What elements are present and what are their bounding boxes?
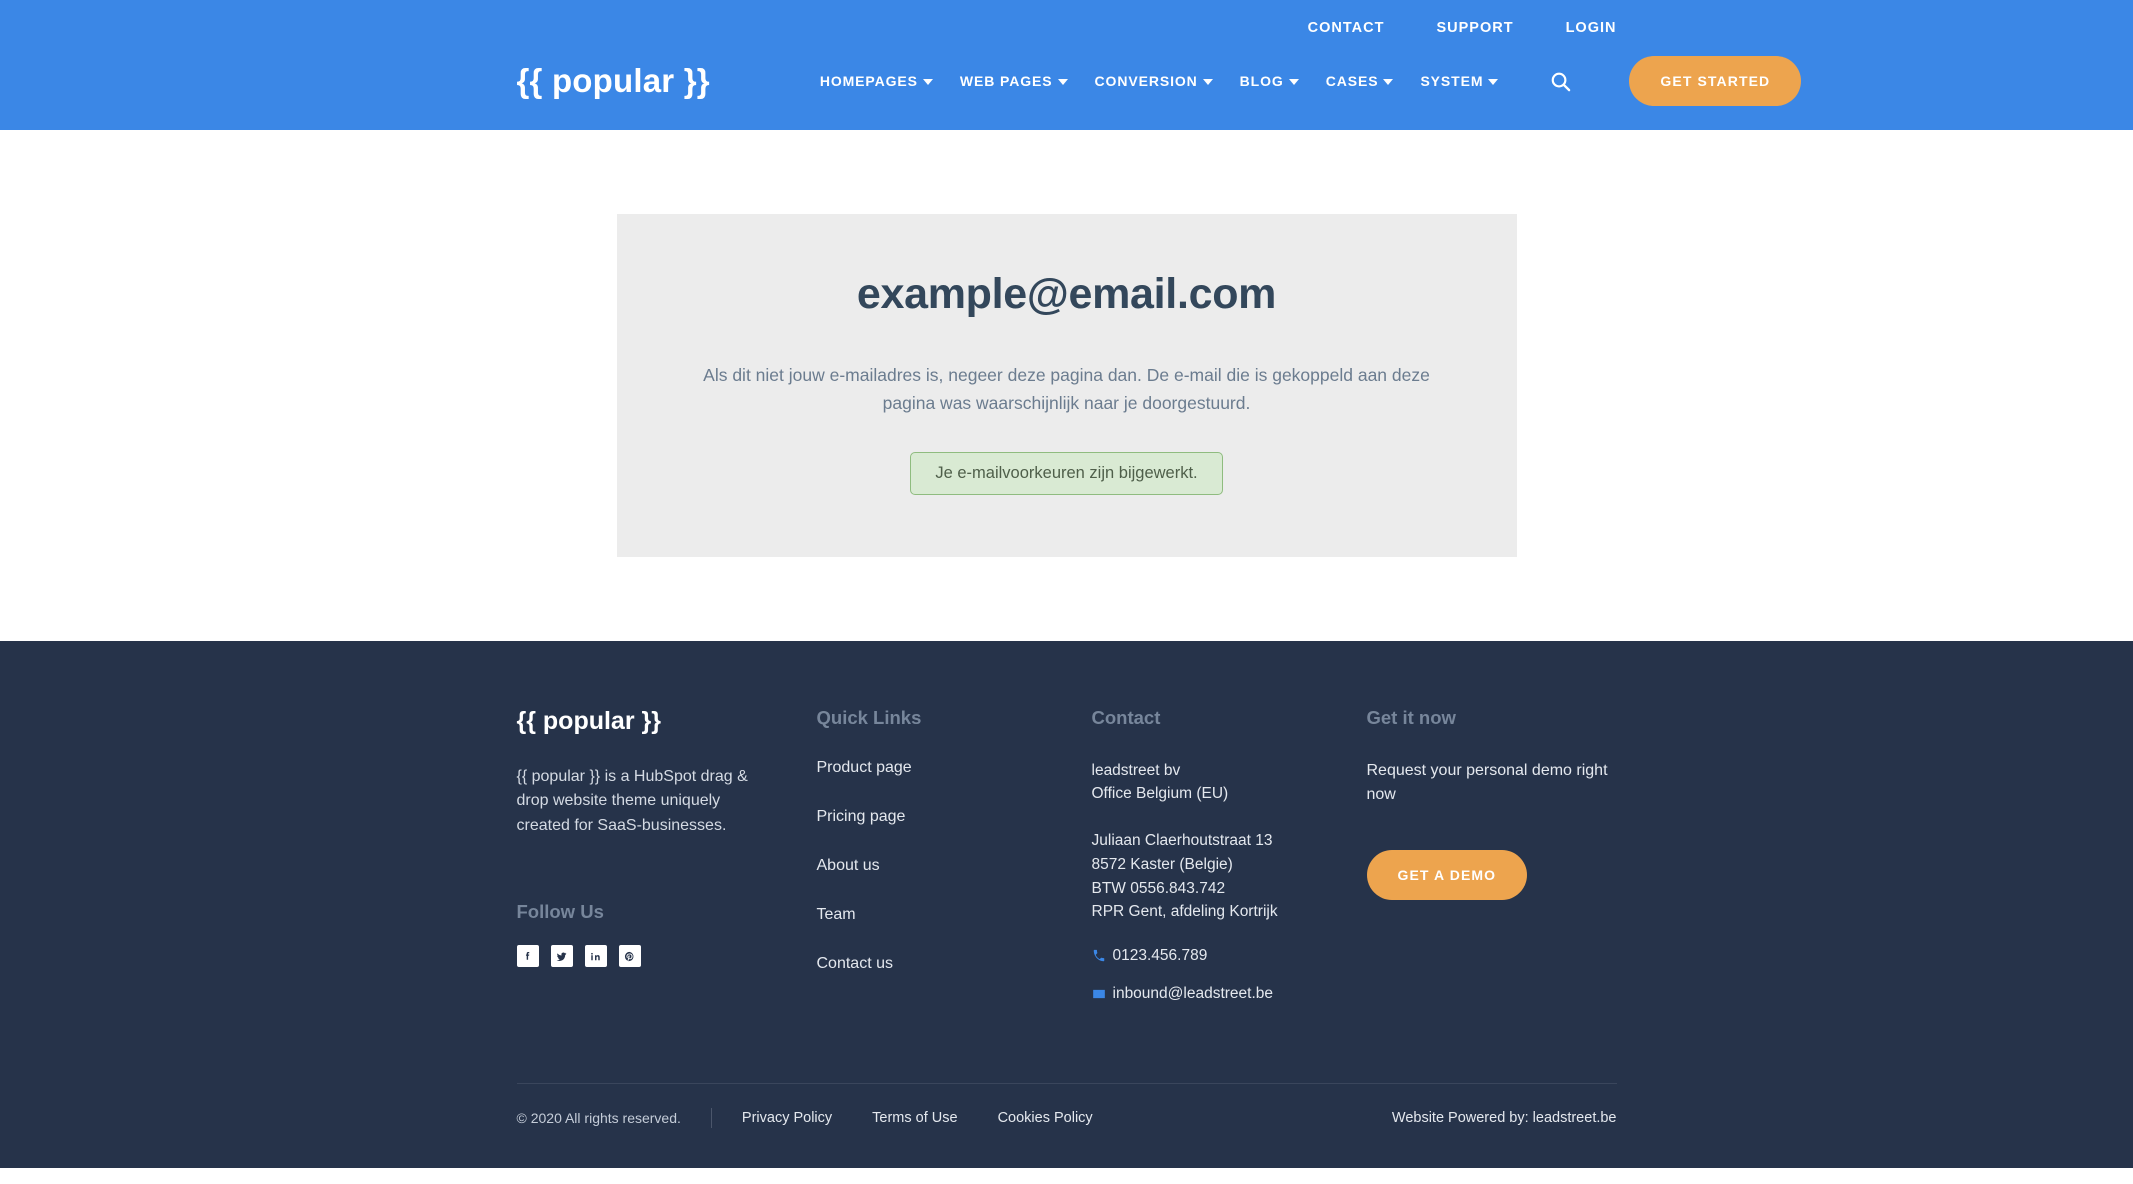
twitter-link[interactable] (550, 945, 573, 968)
footer-column-demo: Get it now Request your personal demo ri… (1366, 706, 1617, 1023)
footer-column-contact: Contact leadstreet bv Office Belgium (EU… (1092, 707, 1367, 1023)
legal-links: Privacy Policy Terms of Use Cookies Poli… (742, 1110, 1093, 1126)
facebook-link[interactable] (516, 945, 539, 968)
footer-link-team[interactable]: Team (817, 906, 1092, 924)
email-preferences-card: example@email.com Als dit niet jouw e-ma… (616, 214, 1517, 557)
linkedin-link[interactable] (584, 945, 607, 968)
nav-item-homepages[interactable]: HOMEPAGES (820, 73, 933, 89)
legal-link-privacy-policy[interactable]: Privacy Policy (742, 1110, 832, 1126)
twitter-icon (556, 952, 567, 961)
phone-icon (1093, 949, 1104, 962)
get-it-now-heading: Get it now (1366, 706, 1456, 728)
chevron-down-icon (1488, 79, 1499, 85)
main-content: example@email.com Als dit niet jouw e-ma… (0, 130, 2133, 641)
quick-links-heading: Quick Links (816, 706, 922, 728)
email-link[interactable]: inbound@leadstreet.be (1092, 985, 1367, 1003)
envelope-icon (1092, 989, 1105, 998)
footer-inner: {{ popular }} {{ popular }} is a HubSpot… (516, 706, 1617, 1083)
utility-nav: CONTACT SUPPORT LOGIN (1308, 20, 1617, 36)
address-line-2: 8572 Kaster (Belgie) (1091, 855, 1233, 873)
contact-company-name: leadstreet bv (1091, 761, 1181, 779)
legal-link-terms-of-use[interactable]: Terms of Use (872, 1110, 957, 1126)
address-line-3: BTW 0556.843.742 (1091, 879, 1226, 897)
phone-number: 0123.456.789 (1112, 946, 1208, 964)
footer-column-brand: {{ popular }} {{ popular }} is a HubSpot… (516, 706, 817, 1023)
utility-link-login[interactable]: LOGIN (1566, 20, 1617, 36)
facebook-icon (525, 951, 530, 960)
get-a-demo-button[interactable]: GET A DEMO (1366, 850, 1528, 901)
chevron-down-icon (1057, 79, 1068, 85)
main-nav: HOMEPAGES WEB PAGES CONVERSION BLOG CASE… (820, 56, 1802, 106)
nav-item-label: WEB PAGES (959, 73, 1053, 89)
contact-heading: Contact (1091, 706, 1161, 728)
nav-item-label: CONVERSION (1094, 73, 1198, 89)
contact-company: leadstreet bv Office Belgium (EU) (1092, 759, 1367, 806)
search-icon (1552, 72, 1571, 91)
footer-logo: {{ popular }} (516, 706, 661, 735)
divider (710, 1107, 712, 1128)
nav-item-blog[interactable]: BLOG (1240, 73, 1299, 89)
nav-item-label: SYSTEM (1420, 73, 1484, 89)
address-line-1: Juliaan Claerhoutstraat 13 (1091, 832, 1273, 850)
footer-column-quick-links: Quick Links Product page Pricing page Ab… (817, 707, 1092, 1023)
nav-item-conversion[interactable]: CONVERSION (1095, 73, 1213, 89)
footer-link-pricing-page[interactable]: Pricing page (817, 808, 1092, 826)
site-footer: {{ popular }} {{ popular }} is a HubSpot… (0, 640, 2133, 1168)
address-line-4: RPR Gent, afdeling Kortrijk (1091, 903, 1278, 921)
footer-bottom-bar: © 2020 All rights reserved. Privacy Poli… (516, 1082, 1617, 1168)
footer-link-contact-us[interactable]: Contact us (817, 955, 1092, 973)
social-links (516, 945, 777, 968)
footer-link-about-us[interactable]: About us (817, 857, 1092, 875)
nav-item-cases[interactable]: CASES (1326, 73, 1394, 89)
demo-description: Request your personal demo right now (1366, 761, 1608, 804)
chevron-down-icon (1288, 79, 1299, 85)
copyright-text: © 2020 All rights reserved. (516, 1109, 681, 1126)
get-started-button[interactable]: GET STARTED (1629, 56, 1802, 106)
site-header: CONTACT SUPPORT LOGIN {{ popular }} HOME… (0, 0, 2133, 130)
page-title-email: example@email.com (856, 270, 1277, 318)
header-inner: CONTACT SUPPORT LOGIN {{ popular }} HOME… (517, 0, 1802, 130)
nav-item-web-pages[interactable]: WEB PAGES (960, 73, 1068, 89)
pinterest-link[interactable] (618, 945, 641, 968)
utility-link-support[interactable]: SUPPORT (1436, 20, 1513, 36)
nav-item-label: BLOG (1239, 73, 1284, 89)
chevron-down-icon (1383, 79, 1394, 85)
contact-office: Office Belgium (EU) (1091, 785, 1229, 803)
email-address: inbound@leadstreet.be (1112, 984, 1274, 1002)
follow-us-heading: Follow Us (516, 901, 604, 923)
footer-description: {{ popular }} is a HubSpot drag & drop w… (516, 767, 748, 835)
utility-link-contact[interactable]: CONTACT (1308, 20, 1385, 36)
footer-link-product-page[interactable]: Product page (817, 759, 1092, 777)
card-description: Als dit niet jouw e-mailadres is, negeer… (703, 365, 1430, 414)
search-button[interactable] (1549, 70, 1572, 93)
chevron-down-icon (922, 79, 933, 85)
contact-address: Juliaan Claerhoutstraat 13 8572 Kaster (… (1092, 829, 1367, 924)
powered-by-text: Website Powered by: leadstreet.be (1391, 1109, 1617, 1126)
footer-columns: {{ popular }} {{ popular }} is a HubSpot… (516, 706, 1617, 1083)
linkedin-icon (591, 952, 600, 960)
status-badge-success: Je e-mailvoorkeuren zijn bijgewerkt. (910, 451, 1223, 495)
site-logo[interactable]: {{ popular }} (517, 62, 710, 100)
legal-link-cookies-policy[interactable]: Cookies Policy (998, 1110, 1093, 1126)
nav-item-system[interactable]: SYSTEM (1420, 73, 1499, 89)
nav-item-label: CASES (1325, 73, 1379, 89)
pinterest-icon (624, 951, 634, 961)
nav-item-label: HOMEPAGES (819, 73, 918, 89)
header-main-row: {{ popular }} HOMEPAGES WEB PAGES CONVER… (517, 56, 1802, 106)
phone-link[interactable]: 0123.456.789 (1092, 947, 1367, 965)
chevron-down-icon (1202, 79, 1213, 85)
